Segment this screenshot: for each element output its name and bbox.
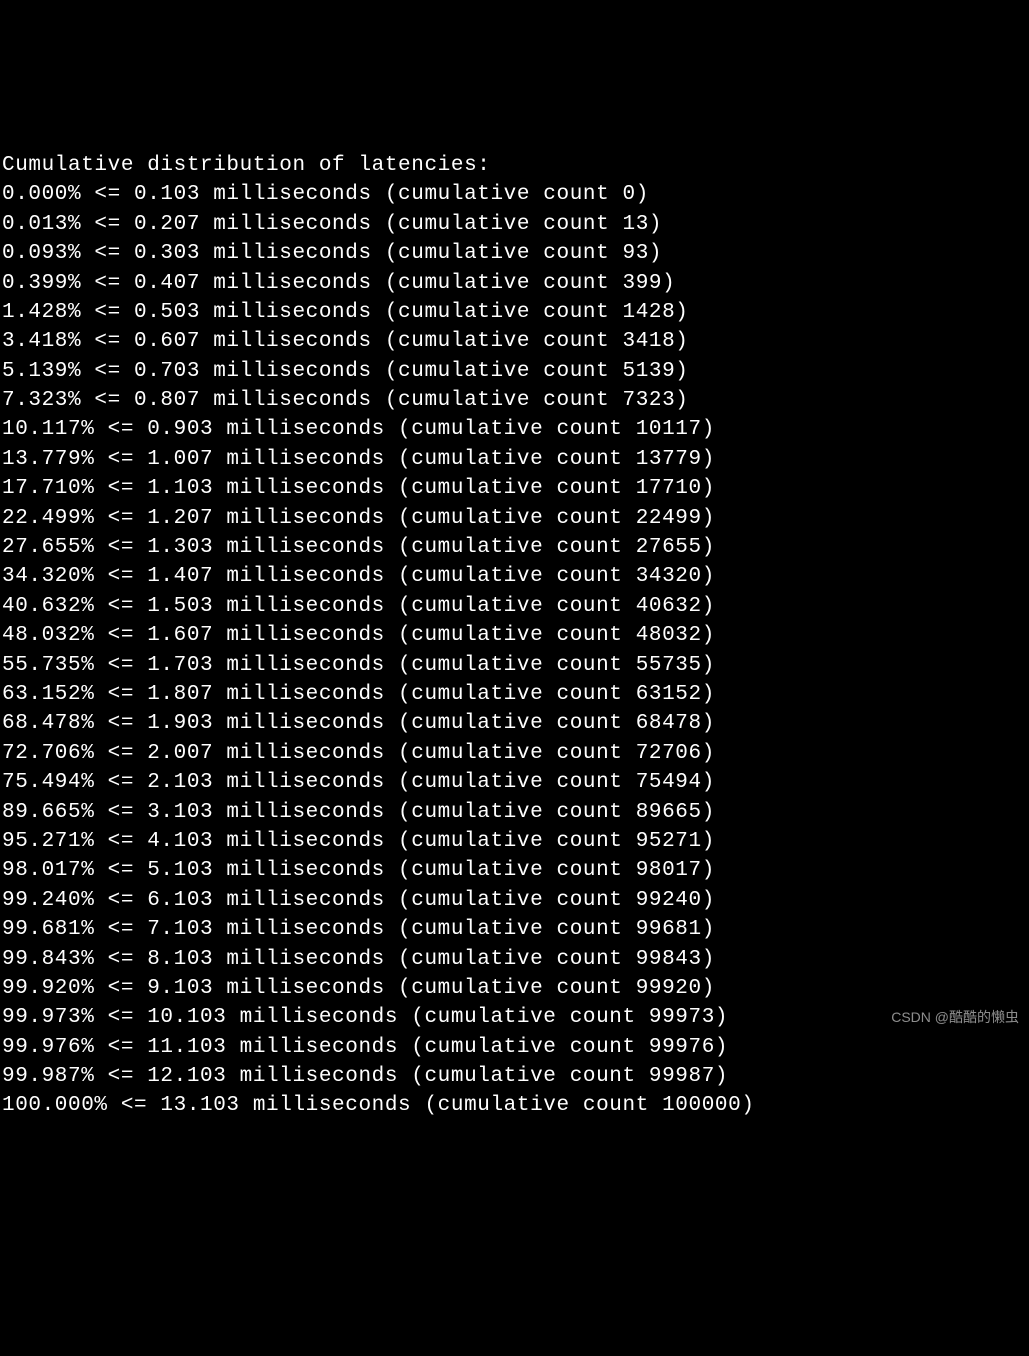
latency-row: 55.735% <= 1.703 milliseconds (cumulativ…: [2, 651, 1027, 680]
latency-row: 99.976% <= 11.103 milliseconds (cumulati…: [2, 1033, 1027, 1062]
latency-row: 99.240% <= 6.103 milliseconds (cumulativ…: [2, 886, 1027, 915]
latency-row: 89.665% <= 3.103 milliseconds (cumulativ…: [2, 798, 1027, 827]
latency-row: 99.843% <= 8.103 milliseconds (cumulativ…: [2, 945, 1027, 974]
latency-row: 75.494% <= 2.103 milliseconds (cumulativ…: [2, 768, 1027, 797]
header-line: Cumulative distribution of latencies:: [2, 151, 1027, 180]
terminal-output: Cumulative distribution of latencies:0.0…: [2, 122, 1027, 1151]
latency-row: 48.032% <= 1.607 milliseconds (cumulativ…: [2, 621, 1027, 650]
latency-row: 34.320% <= 1.407 milliseconds (cumulativ…: [2, 562, 1027, 591]
latency-row: 5.139% <= 0.703 milliseconds (cumulative…: [2, 357, 1027, 386]
latency-row: 63.152% <= 1.807 milliseconds (cumulativ…: [2, 680, 1027, 709]
latency-row: 95.271% <= 4.103 milliseconds (cumulativ…: [2, 827, 1027, 856]
latency-row: 0.399% <= 0.407 milliseconds (cumulative…: [2, 269, 1027, 298]
latency-row: 17.710% <= 1.103 milliseconds (cumulativ…: [2, 474, 1027, 503]
latency-row: 27.655% <= 1.303 milliseconds (cumulativ…: [2, 533, 1027, 562]
latency-row: 7.323% <= 0.807 milliseconds (cumulative…: [2, 386, 1027, 415]
latency-row: 22.499% <= 1.207 milliseconds (cumulativ…: [2, 504, 1027, 533]
latency-row: 99.920% <= 9.103 milliseconds (cumulativ…: [2, 974, 1027, 1003]
latency-row: 1.428% <= 0.503 milliseconds (cumulative…: [2, 298, 1027, 327]
latency-row: 13.779% <= 1.007 milliseconds (cumulativ…: [2, 445, 1027, 474]
latency-row: 10.117% <= 0.903 milliseconds (cumulativ…: [2, 415, 1027, 444]
watermark: CSDN @酷酷的懒虫: [891, 1008, 1019, 1028]
latency-row: 99.987% <= 12.103 milliseconds (cumulati…: [2, 1062, 1027, 1091]
latency-row: 72.706% <= 2.007 milliseconds (cumulativ…: [2, 739, 1027, 768]
latency-row: 99.973% <= 10.103 milliseconds (cumulati…: [2, 1003, 1027, 1032]
latency-row: 68.478% <= 1.903 milliseconds (cumulativ…: [2, 709, 1027, 738]
latency-row: 98.017% <= 5.103 milliseconds (cumulativ…: [2, 856, 1027, 885]
latency-row: 100.000% <= 13.103 milliseconds (cumulat…: [2, 1091, 1027, 1120]
latency-row: 0.013% <= 0.207 milliseconds (cumulative…: [2, 210, 1027, 239]
latency-row: 0.093% <= 0.303 milliseconds (cumulative…: [2, 239, 1027, 268]
latency-row: 3.418% <= 0.607 milliseconds (cumulative…: [2, 327, 1027, 356]
latency-row: 0.000% <= 0.103 milliseconds (cumulative…: [2, 180, 1027, 209]
latency-rows: 0.000% <= 0.103 milliseconds (cumulative…: [2, 180, 1027, 1121]
latency-row: 99.681% <= 7.103 milliseconds (cumulativ…: [2, 915, 1027, 944]
latency-row: 40.632% <= 1.503 milliseconds (cumulativ…: [2, 592, 1027, 621]
